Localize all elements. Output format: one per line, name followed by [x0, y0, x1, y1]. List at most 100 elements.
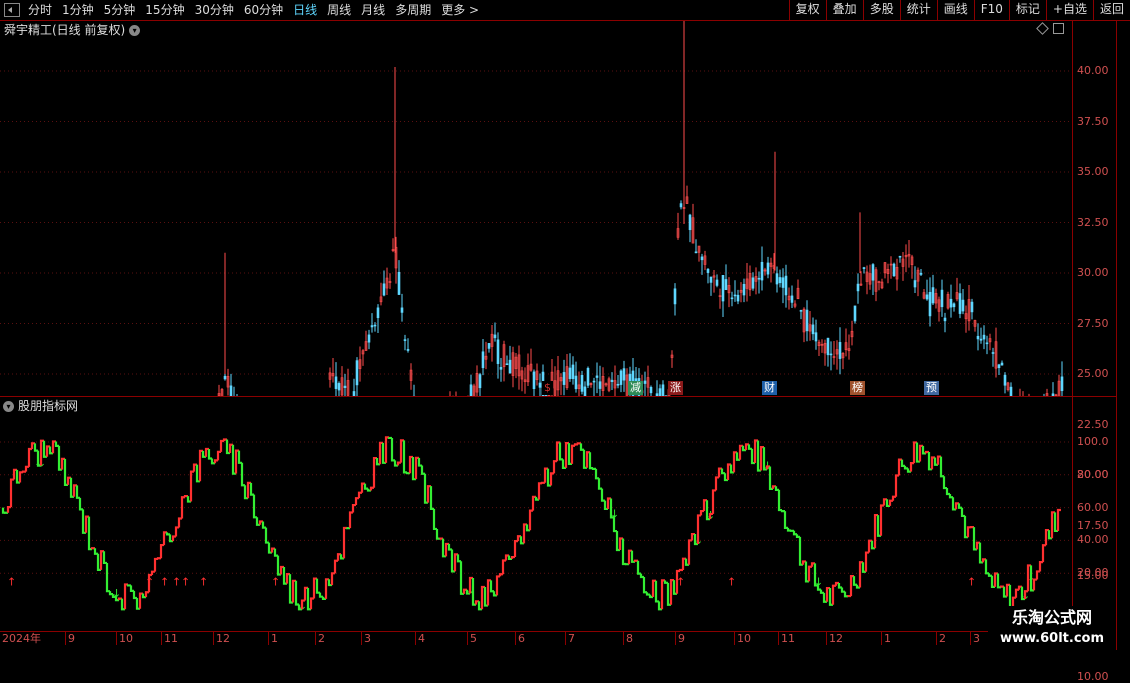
candle-body: [941, 290, 943, 307]
period-tab-1[interactable]: 1分钟: [57, 0, 99, 20]
watermark: 乐淘公式网 www.60lt.com: [988, 606, 1116, 650]
indicator-segment: [515, 541, 518, 557]
indicator-segment: [998, 573, 1001, 587]
candle-body: [701, 257, 703, 260]
buy-arrow-icon: ↑: [181, 575, 190, 588]
indicator-segment: [950, 494, 953, 497]
indicator-segment: [434, 509, 437, 529]
candle-body: [932, 288, 934, 303]
candle-body: [338, 383, 340, 390]
candle-body: [716, 280, 718, 285]
event-marker-1[interactable]: 减: [628, 381, 643, 395]
indicator-chart[interactable]: ↑↓↓↓↑↑↑↑↑↑↓↓↓↑↓↓↑↓↓↑↓↑: [0, 414, 1072, 630]
candle-body: [839, 342, 841, 358]
indicator-segment: [896, 475, 899, 496]
candle-body: [929, 292, 931, 316]
indicator-segment: [497, 576, 500, 595]
indicator-segment: [131, 585, 134, 590]
event-marker-2[interactable]: 涨: [668, 381, 683, 395]
candle-body: [623, 369, 625, 381]
indicator-segment: [371, 488, 374, 491]
indicator-segment: [854, 576, 857, 585]
event-marker-4[interactable]: 榜: [850, 381, 865, 395]
indicator-segment: [179, 519, 182, 528]
indicator-segment: [398, 463, 401, 466]
indicator-segment: [161, 545, 164, 558]
collapse-panel-icon[interactable]: [4, 3, 20, 17]
date-label: 7: [568, 632, 575, 646]
date-tick: [675, 632, 676, 645]
indicator-segment: [8, 507, 11, 513]
date-label: 5: [470, 632, 477, 646]
candle-body: [776, 274, 778, 284]
indicator-segment: [890, 501, 893, 506]
period-tab-3[interactable]: 15分钟: [140, 0, 189, 20]
indicator-segment: [572, 446, 575, 464]
candle-body: [374, 325, 376, 326]
tool-button-5[interactable]: F10: [974, 0, 1009, 20]
candle-body: [401, 308, 403, 313]
indicator-segment: [155, 559, 158, 572]
period-tab-0[interactable]: 分时: [23, 0, 57, 20]
period-tab-5[interactable]: 60分钟: [239, 0, 288, 20]
candle-body: [806, 310, 808, 331]
tool-button-3[interactable]: 统计: [900, 0, 937, 20]
candle-body: [857, 284, 859, 291]
price-chart[interactable]: ← 42.92← 9.67: [0, 21, 1072, 397]
candle-body: [620, 371, 622, 385]
date-label: 11: [164, 632, 178, 646]
date-label: 1: [271, 632, 278, 646]
indicator-segment: [638, 561, 641, 574]
indicator-segment: [539, 483, 542, 499]
period-tab-6[interactable]: 日线: [288, 0, 322, 20]
candle-body: [404, 340, 406, 341]
indicator-segment: [26, 467, 29, 472]
candle-body: [752, 278, 754, 288]
tool-button-2[interactable]: 多股: [863, 0, 900, 20]
indicator-segment: [881, 506, 884, 536]
candle-body: [584, 387, 586, 396]
indicator-segment: [500, 574, 503, 576]
date-tick: [623, 632, 624, 645]
tool-button-0[interactable]: 复权: [789, 0, 826, 20]
indicator-segment: [722, 469, 725, 474]
candle-body: [767, 263, 769, 274]
price-tick-label: 10.00: [1077, 671, 1109, 683]
indicator-segment: [1037, 571, 1040, 579]
chevron-down-icon[interactable]: ▾: [3, 401, 14, 412]
indicator-segment: [242, 463, 245, 485]
buy-arrow-icon: ↑: [199, 575, 208, 588]
candle-body: [743, 284, 745, 295]
candle-body: [779, 277, 781, 282]
event-marker-5[interactable]: 预: [924, 381, 939, 395]
tool-button-1[interactable]: 叠加: [826, 0, 863, 20]
indicator-segment: [392, 438, 395, 460]
tool-button-4[interactable]: 画线: [937, 0, 974, 20]
candle-body: [572, 365, 574, 379]
period-toolbar: 分时1分钟5分钟15分钟30分钟60分钟日线周线月线多周期更多 > 复权叠加多股…: [0, 0, 1130, 21]
candle-body: [863, 268, 865, 269]
indicator-segment: [431, 486, 434, 509]
tool-button-6[interactable]: 标记: [1009, 0, 1046, 20]
candle-body: [962, 300, 964, 311]
event-marker-0[interactable]: $: [542, 381, 553, 395]
candle-body: [650, 387, 652, 393]
period-tab-8[interactable]: 月线: [356, 0, 390, 20]
date-label: 9: [678, 632, 685, 646]
candle-body: [593, 381, 595, 382]
period-tab-4[interactable]: 30分钟: [190, 0, 239, 20]
indicator-segment: [893, 497, 896, 501]
indicator-segment: [554, 461, 557, 473]
date-tick: [936, 632, 937, 645]
event-marker-3[interactable]: 财: [762, 381, 777, 395]
period-tab-7[interactable]: 周线: [322, 0, 356, 20]
date-tick: [826, 632, 827, 645]
indicator-segment: [344, 528, 347, 558]
indicator-segment: [959, 503, 962, 507]
tool-button-8[interactable]: 返回: [1093, 0, 1130, 20]
tool-button-7[interactable]: +自选: [1046, 0, 1093, 20]
period-tab-9[interactable]: 多周期: [390, 0, 436, 20]
period-tab-2[interactable]: 5分钟: [99, 0, 141, 20]
candle-body: [224, 376, 226, 379]
period-tab-10[interactable]: 更多 >: [436, 0, 484, 20]
